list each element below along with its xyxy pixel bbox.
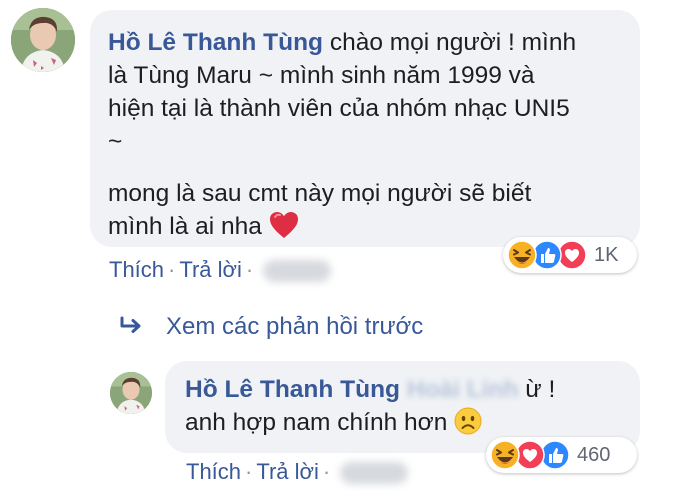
reaction-summary[interactable]: 1K — [503, 237, 637, 273]
comment-line: ~ — [108, 128, 123, 155]
mentioned-user-blurred[interactable]: Hoài Linh — [407, 376, 519, 403]
view-previous-replies-label: Xem các phản hồi trước — [166, 313, 424, 340]
reply-author-name[interactable]: Hồ Lê Thanh Tùng — [185, 376, 400, 403]
comment-line: hiện tại là thành viên của nhóm nhạc UNI… — [108, 95, 570, 122]
comment-text-segment: ừ ! — [525, 376, 556, 403]
action-separator: · — [168, 257, 176, 282]
reaction-count: 460 — [577, 443, 611, 466]
comment-line: là Tùng Maru ~ mình sinh năm 1999 và — [108, 62, 535, 89]
reply-arrow-icon — [118, 313, 146, 341]
comment-text-segment: chào mọi người ! mình — [329, 29, 577, 56]
like-link[interactable]: Thích — [109, 257, 164, 282]
comment-actions: Thích · Trả lời · — [109, 256, 332, 284]
commenter-avatar[interactable] — [11, 8, 75, 72]
red-heart-emoji-icon — [269, 211, 299, 248]
timestamp-blurred[interactable] — [340, 462, 409, 484]
haha-reaction-icon — [507, 240, 537, 270]
comment-bubble: Hồ Lê Thanh Tùng chào mọi người ! mình l… — [90, 10, 640, 247]
comment-text-segment: mình là ai nha — [108, 213, 262, 240]
action-separator: · — [245, 257, 254, 282]
comment-text-segment: anh hợp nam chính hơn — [185, 409, 448, 436]
timestamp-blurred[interactable] — [263, 260, 332, 282]
frowning-face-emoji-icon — [454, 407, 482, 444]
view-previous-replies-link[interactable]: Xem các phản hồi trước — [118, 313, 423, 341]
reaction-count: 1K — [594, 243, 619, 266]
comment-line: mong là sau cmt này mọi người sẽ biết — [108, 180, 532, 207]
haha-reaction-icon — [490, 440, 520, 470]
comment-line: Hồ Lê Thanh Tùng Hoài Linh ừ ! — [185, 373, 625, 406]
action-separator: · — [245, 459, 253, 484]
reaction-summary[interactable]: 460 — [486, 437, 637, 473]
reply-actions: Thích · Trả lời · — [186, 458, 409, 486]
reply-avatar[interactable] — [110, 372, 152, 414]
reply-link[interactable]: Trả lời — [179, 257, 242, 282]
like-link[interactable]: Thích — [186, 459, 241, 484]
comment-author-name[interactable]: Hồ Lê Thanh Tùng — [108, 29, 323, 56]
reply-link[interactable]: Trả lời — [256, 459, 319, 484]
action-separator: · — [322, 459, 331, 484]
comment-line: Hồ Lê Thanh Tùng chào mọi người ! mình — [108, 26, 628, 59]
